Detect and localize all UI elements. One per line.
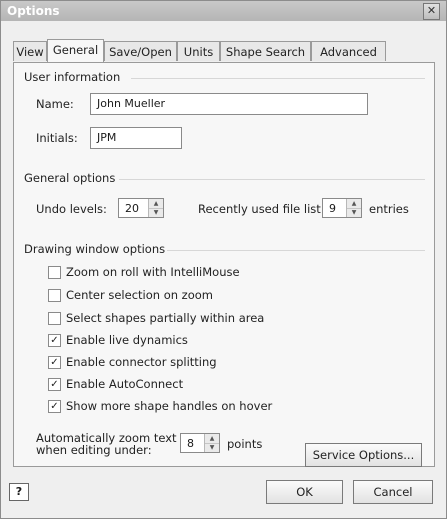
checkbox-label: Zoom on roll with IntelliMouse	[66, 265, 240, 279]
zoom-points-value: 8	[187, 437, 194, 450]
undo-levels-value: 20	[125, 202, 139, 215]
user-info-heading: User information	[24, 70, 121, 84]
general-tab-panel: User information Name: John Mueller Init…	[13, 62, 435, 467]
name-label: Name:	[36, 97, 74, 111]
spinner-arrows: ▲ ▼	[204, 434, 219, 452]
tab-general[interactable]: General	[47, 39, 104, 62]
cancel-button[interactable]: Cancel	[353, 480, 433, 504]
title-bar[interactable]: Options ✕	[1, 1, 446, 21]
tab-units[interactable]: Units	[177, 41, 220, 61]
general-options-heading: General options	[24, 171, 116, 185]
checkbox-label: Enable connector splitting	[66, 355, 217, 369]
spin-down-icon[interactable]: ▼	[149, 208, 163, 217]
checkbox-label: Enable AutoConnect	[66, 377, 184, 391]
points-label: points	[227, 437, 263, 451]
drawing-options-heading: Drawing window options	[24, 242, 166, 256]
tab-advanced[interactable]: Advanced	[311, 41, 386, 61]
checkbox-box[interactable]	[48, 289, 61, 302]
checkmark-icon[interactable]: ✓	[48, 378, 61, 391]
checkbox-label: Select shapes partially within area	[66, 311, 265, 325]
recent-files-spinner[interactable]: 9 ▲ ▼	[322, 198, 362, 218]
zoom-points-spinner[interactable]: 8 ▲ ▼	[180, 433, 220, 453]
checkbox-label: Enable live dynamics	[66, 333, 188, 347]
section-divider	[131, 78, 425, 79]
zoom-text-label-line2: when editing under:	[36, 443, 152, 457]
initials-field[interactable]: JPM	[90, 127, 182, 149]
checkbox-box[interactable]	[48, 312, 61, 325]
spin-down-icon[interactable]: ▼	[347, 208, 361, 217]
tab-view[interactable]: View	[13, 41, 47, 61]
name-field[interactable]: John Mueller	[90, 93, 368, 115]
help-icon[interactable]: ?	[9, 483, 29, 501]
undo-levels-spinner[interactable]: 20 ▲ ▼	[118, 198, 164, 218]
tab-save-open[interactable]: Save/Open	[104, 41, 177, 61]
entries-label: entries	[369, 202, 409, 216]
section-divider	[119, 179, 425, 180]
recent-files-value: 9	[329, 202, 336, 215]
checkbox-label: Center selection on zoom	[66, 288, 213, 302]
section-divider	[167, 250, 425, 251]
close-button[interactable]: ✕	[423, 3, 440, 20]
checkmark-icon[interactable]: ✓	[48, 356, 61, 369]
recent-files-label: Recently used file list:	[198, 202, 325, 216]
tab-shape-search[interactable]: Shape Search	[220, 41, 311, 61]
spin-down-icon[interactable]: ▼	[205, 443, 219, 452]
spinner-arrows: ▲ ▼	[346, 199, 361, 217]
service-options-button[interactable]: Service Options...	[305, 443, 422, 467]
initials-label: Initials:	[36, 131, 78, 145]
spinner-arrows: ▲ ▼	[148, 199, 163, 217]
window-title: Options	[7, 4, 60, 18]
ok-button[interactable]: OK	[266, 480, 343, 504]
checkmark-icon[interactable]: ✓	[48, 400, 61, 413]
checkbox-box[interactable]	[48, 266, 61, 279]
checkbox-label: Show more shape handles on hover	[66, 399, 273, 413]
checkmark-icon[interactable]: ✓	[48, 334, 61, 347]
options-dialog: Options ✕ View General Save/Open Units S…	[0, 0, 447, 519]
undo-levels-label: Undo levels:	[36, 202, 107, 216]
